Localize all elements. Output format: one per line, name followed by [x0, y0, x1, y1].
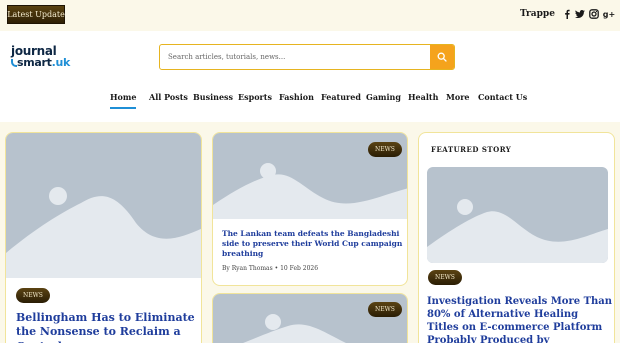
meta-separator: •	[274, 265, 279, 272]
news-ticker-text[interactable]: Trappe	[520, 9, 555, 19]
nav-contact-us[interactable]: Contact Us	[478, 92, 527, 102]
nav-gaming[interactable]: Gaming	[366, 92, 401, 102]
google-plus-icon[interactable]: g+	[602, 7, 616, 21]
post-title-middle-top[interactable]: The Lankan team defeats the Bangladeshi …	[222, 229, 406, 258]
latest-update-button[interactable]: Latest Update	[7, 5, 65, 24]
nav-health[interactable]: Health	[408, 92, 438, 102]
instagram-icon[interactable]	[587, 7, 601, 21]
nav-more[interactable]: More	[446, 92, 470, 102]
news-tag-badge[interactable]: NEWS	[368, 302, 402, 317]
site-header: journal smart.uk	[0, 31, 620, 88]
nav-esports[interactable]: Esports	[238, 92, 272, 102]
logo-line-2: smart.uk	[17, 56, 70, 69]
nav-fashion[interactable]: Fashion	[279, 92, 314, 102]
main-navigation: Home All Posts Business Esports Fashion …	[0, 88, 620, 122]
post-meta: By Ryan Thomas • 10 Feb 2026	[222, 265, 318, 272]
nav-home[interactable]: Home	[110, 92, 137, 109]
search-bar	[159, 44, 455, 70]
featured-story-panel: FEATURED STORY NEWS Investigation Reveal…	[418, 132, 615, 343]
featured-story-title[interactable]: Investigation Reveals More Than 80% of A…	[427, 295, 613, 343]
news-tag-badge[interactable]: NEWS	[16, 288, 50, 303]
post-card-left[interactable]: NEWS Bellingham Has to Eliminate the Non…	[5, 132, 202, 343]
search-button[interactable]	[430, 45, 454, 69]
facebook-icon[interactable]	[560, 7, 574, 21]
search-input[interactable]	[160, 45, 430, 69]
post-card-middle-bottom[interactable]: NEWS	[212, 293, 408, 343]
news-tag-badge[interactable]: NEWS	[428, 270, 462, 285]
top-bar: Latest Update Trappe g+	[0, 0, 620, 31]
nav-featured[interactable]: Featured	[321, 92, 361, 102]
site-logo[interactable]: journal smart.uk	[11, 44, 71, 76]
news-tag-badge[interactable]: NEWS	[368, 142, 402, 157]
twitter-icon[interactable]	[573, 7, 587, 21]
nav-business[interactable]: Business	[193, 92, 233, 102]
logo-line-2-main: smart	[17, 56, 52, 69]
post-card-middle-top[interactable]: NEWS The Lankan team defeats the Banglad…	[212, 132, 408, 286]
post-author[interactable]: By Ryan Thomas	[222, 265, 273, 272]
post-title-left[interactable]: Bellingham Has to Eliminate the Nonsense…	[16, 311, 201, 343]
post-image-placeholder	[6, 133, 201, 278]
post-date: 10 Feb 2026	[280, 265, 319, 272]
featured-story-heading: FEATURED STORY	[431, 145, 512, 154]
featured-image-placeholder[interactable]	[427, 167, 608, 263]
search-icon	[437, 52, 447, 62]
logo-line-2-suffix: .uk	[51, 56, 71, 69]
nav-all-posts[interactable]: All Posts	[149, 92, 188, 102]
